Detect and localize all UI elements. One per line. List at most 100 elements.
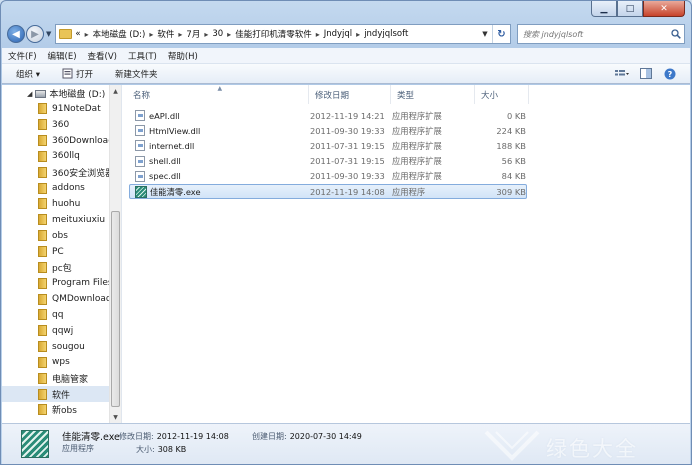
tree-folder-item[interactable]: 360Downloads [2,133,119,149]
file-size: 309 KB [496,186,526,197]
exe-file-icon [21,430,49,458]
forward-button[interactable]: ▶ [26,25,44,43]
folder-icon [38,246,47,258]
breadcrumb-item[interactable]: 软件 [157,28,174,40]
tree-folder-item[interactable]: obs [2,228,109,244]
tree-folder-item[interactable]: qq [2,307,109,323]
tree-folder-item[interactable]: wps [2,355,109,371]
breadcrumb-separator-icon[interactable]: ▸ [85,30,89,39]
menu-file[interactable]: 文件(F) [8,50,37,62]
tree-folder-label: 91NoteDat [52,103,101,114]
tree-folder-item[interactable]: 360 [2,117,109,133]
tree-folder-item[interactable]: PC [2,244,109,260]
breadcrumb-separator-icon[interactable]: ▸ [316,30,320,39]
breadcrumb-item[interactable]: 佳能打印机清零软件 [235,28,312,40]
address-bar[interactable]: « ▸ 本地磁盘 (D:) ▸ 软件 ▸ 7月 ▸ 30 ▸ 佳能打印机清零软件 ▸ Jndyjql ▸… [55,24,511,44]
expand-arrow-icon[interactable]: ◢ [27,90,32,98]
recent-pages-dropdown[interactable]: ▼ [46,30,51,38]
breadcrumb-separator-icon[interactable]: ▸ [227,30,231,39]
back-button[interactable]: ◀ [7,25,25,43]
maximize-button[interactable]: □ [617,1,643,17]
preview-pane-icon[interactable] [638,67,654,81]
file-row[interactable]: spec.dll 2011-09-30 19:33 应用程序扩展 84 KB [129,169,527,184]
breadcrumb-separator-icon[interactable]: ▸ [178,30,182,39]
address-dropdown[interactable]: ▼ [478,30,492,38]
tree-folder-item[interactable]: 91NoteDat [2,101,109,117]
scroll-up-icon[interactable]: ▲ [110,85,121,97]
tree-folder-item[interactable]: Program Files [2,275,113,291]
tree-folder-item[interactable]: QMDownload [2,291,112,307]
file-row[interactable]: shell.dll 2011-07-31 19:15 应用程序扩展 56 KB [129,154,527,169]
minimize-button[interactable]: ▁ [591,1,617,17]
tree-folder-item[interactable]: huohu [2,196,109,212]
file-type: 应用程序扩展 [392,171,442,182]
caption-buttons: ▁ □ ✕ [591,1,685,17]
search-input[interactable] [523,29,668,39]
file-row[interactable]: 佳能清零.exe 2012-11-19 14:08 应用程序 309 KB [129,183,527,200]
close-button[interactable]: ✕ [643,1,685,17]
menu-edit[interactable]: 编辑(E) [48,50,77,62]
scrollbar-thumb[interactable] [111,211,120,407]
folder-icon [38,356,47,368]
file-name-cell: HtmlView.dll [130,125,310,137]
refresh-button[interactable]: ↻ [492,25,510,43]
tree-folder-item[interactable]: pc包 [2,259,109,275]
details-size-value: 308 KB [157,445,187,454]
column-header-name[interactable]: ▲ 名称 [127,85,309,104]
column-header-type[interactable]: 类型 [391,85,475,104]
tree-folder-item[interactable]: 360llq [2,149,109,165]
file-row[interactable]: HtmlView.dll 2011-09-30 19:33 应用程序扩展 224 KB [129,123,527,138]
tree-folder-item[interactable]: qqwj [2,323,109,339]
file-date: 2011-09-30 19:33 [310,125,385,136]
breadcrumb-separator-icon[interactable]: ▸ [204,30,208,39]
breadcrumb-item[interactable]: Jndyjql [324,29,352,39]
column-header-date[interactable]: 修改日期 [309,85,391,104]
menu-tools[interactable]: 工具(T) [128,50,157,62]
tree-folder-item[interactable]: 360安全浏览器 [2,164,114,180]
breadcrumb-separator-icon[interactable]: ▸ [356,30,360,39]
tree-folder-item[interactable]: 软件 [2,386,109,403]
breadcrumb-item[interactable]: 7月 [186,28,200,40]
breadcrumb: ▸ 本地磁盘 (D:) ▸ 软件 ▸ 7月 ▸ 30 ▸ 佳能打印机清零软件 ▸ Jndyjql ▸ jn… [81,28,409,40]
tree-items: 91NoteDat 360 360Downloads 360llq 360安全浏览器 ad… [2,101,119,418]
details-created-label: 创建日期: [252,432,287,441]
breadcrumb-separator-icon[interactable]: ▸ [149,30,153,39]
organize-button[interactable]: 组织 ▾ [16,68,40,80]
tree-folder-item[interactable]: 电脑管家 [2,370,109,386]
details-modified: 修改日期: 2012-11-19 14:08 [119,431,229,442]
command-bar: 组织 ▾ 打开 新建文件夹 ? [2,64,690,84]
new-folder-button[interactable]: 新建文件夹 [115,68,158,80]
file-size: 84 KB [501,171,526,182]
tree-scrollbar[interactable]: ▲ ▼ [109,85,121,423]
file-row[interactable]: eAPI.dll 2012-11-19 14:21 应用程序扩展 0 KB [129,108,527,123]
column-header-size[interactable]: 大小 [475,85,529,104]
breadcrumb-item[interactable]: jndyjqlsoft [364,29,408,39]
menu-view[interactable]: 查看(V) [88,50,117,62]
dll-file-icon [135,155,145,167]
help-icon[interactable]: ? [662,67,678,81]
view-controls: ? [606,67,678,81]
tree-folder-item[interactable]: meituxiuxiu [2,212,109,228]
file-type: 应用程序扩展 [392,110,442,121]
tree-folder-item[interactable]: sougou [2,339,109,355]
tree-drive-d[interactable]: ◢ 本地磁盘 (D:) [2,86,109,101]
folder-icon [38,404,47,416]
view-options-icon[interactable] [614,67,630,81]
folder-icon [38,150,47,162]
file-type: 应用程序扩展 [392,140,442,151]
scroll-down-icon[interactable]: ▼ [110,411,121,423]
breadcrumb-item[interactable]: 30 [212,29,223,39]
details-modified-label: 修改日期: [119,432,154,441]
content-area: ◢ 本地磁盘 (D:) 91NoteDat 360 360Downloads 360l… [2,85,690,423]
menu-help[interactable]: 帮助(H) [168,50,198,62]
file-row[interactable]: internet.dll 2011-07-31 19:15 应用程序扩展 188 KB [129,138,527,153]
breadcrumb-item[interactable]: 本地磁盘 (D:) [93,28,146,40]
details-file-type: 应用程序 [62,444,94,453]
tree-folder-label: QMDownload [52,294,112,305]
file-type: 应用程序扩展 [392,125,442,136]
tree-folder-item[interactable]: addons [2,180,109,196]
tree-folder-item[interactable]: 新obs [2,402,109,418]
open-button[interactable]: 打开 [62,68,93,80]
search-icon[interactable] [668,29,684,39]
address-actions: ▼ ↻ [478,25,510,43]
